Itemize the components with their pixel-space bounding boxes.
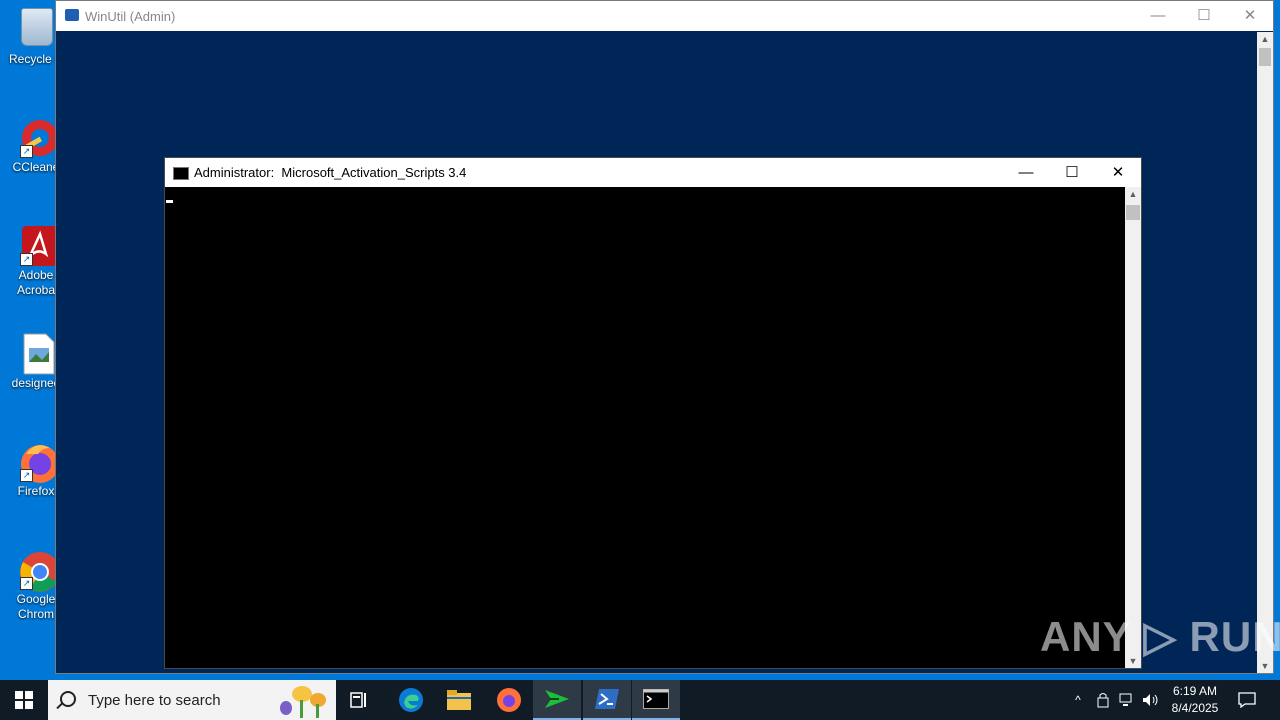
winutil-titlebar[interactable]: WinUtil (Admin) — ☐ ✕	[56, 1, 1273, 31]
network-icon	[1119, 693, 1132, 706]
notification-icon	[1238, 692, 1256, 708]
show-hidden-icons-button[interactable]: ^	[1068, 680, 1088, 720]
close-button[interactable]: ✕	[1227, 1, 1273, 31]
task-view-icon	[350, 692, 366, 708]
console-titlebar[interactable]: Administrator: Microsoft_Activation_Scri…	[165, 158, 1141, 187]
scroll-up-icon[interactable]: ▲	[1257, 34, 1273, 44]
vertical-scrollbar[interactable]: ▲ ▼	[1257, 32, 1273, 673]
maximize-button[interactable]: ☐	[1049, 158, 1095, 187]
powershell-icon	[65, 9, 79, 21]
windows-logo-icon	[15, 691, 33, 709]
taskbar-powershell[interactable]	[583, 680, 631, 720]
window-title: WinUtil (Admin)	[85, 9, 176, 24]
console-scrollbar[interactable]: ▲ ▼	[1125, 187, 1141, 668]
shortcut-arrow-icon: ↗	[20, 253, 33, 266]
action-center-button[interactable]	[1234, 680, 1260, 720]
chevron-up-icon: ^	[1075, 693, 1081, 707]
taskbar-clock[interactable]: 6:19 AM 8/4/2025	[1160, 683, 1230, 717]
clock-time: 6:19 AM	[1172, 684, 1218, 698]
taskbar-firefox[interactable]	[485, 680, 533, 720]
terminal-app-icon	[545, 690, 569, 708]
anyrun-watermark: ANY ▷ RUN	[1040, 613, 1280, 660]
scrollbar-thumb[interactable]	[1259, 48, 1271, 66]
start-button[interactable]	[0, 680, 48, 720]
scroll-up-icon[interactable]: ▲	[1125, 189, 1141, 199]
task-view-button[interactable]	[336, 680, 384, 720]
cmd-icon	[643, 689, 669, 709]
console-title: Administrator: Microsoft_Activation_Scri…	[194, 165, 467, 180]
console-window[interactable]: Administrator: Microsoft_Activation_Scri…	[164, 157, 1142, 669]
taskbar-cmd[interactable]	[632, 680, 680, 720]
shortcut-arrow-icon: ↗	[20, 145, 33, 158]
edge-icon	[399, 688, 423, 712]
cmd-icon	[173, 167, 189, 180]
file-explorer-icon	[447, 690, 471, 710]
ccleaner-icon: ↗	[16, 116, 58, 158]
minimize-button[interactable]: —	[1135, 1, 1181, 31]
tray-security[interactable]	[1093, 680, 1113, 720]
taskbar-file-explorer[interactable]	[435, 680, 483, 720]
adobe-acrobat-icon: ↗	[16, 224, 58, 266]
firefox-icon: ↗	[16, 440, 59, 483]
security-tray-icon	[1097, 693, 1109, 708]
taskbar-terminal-app[interactable]	[533, 680, 581, 720]
shortcut-arrow-icon: ↗	[20, 469, 33, 482]
search-placeholder: Type here to search	[88, 692, 221, 709]
powershell-icon	[595, 689, 619, 709]
volume-icon	[1143, 694, 1158, 706]
recycle-bin-icon	[16, 8, 56, 48]
search-box[interactable]: Type here to search	[48, 680, 336, 720]
scrollbar-thumb[interactable]	[1126, 205, 1140, 220]
tray-network[interactable]	[1116, 680, 1138, 720]
firefox-icon	[497, 688, 521, 712]
flowers-search-highlight-icon	[280, 686, 326, 718]
text-cursor	[166, 200, 173, 203]
chrome-icon: ↗	[16, 548, 60, 592]
minimize-button[interactable]: —	[1003, 158, 1049, 187]
maximize-button[interactable]: ☐	[1181, 1, 1227, 31]
scroll-down-icon[interactable]: ▼	[1257, 661, 1273, 671]
taskbar-edge[interactable]	[387, 680, 435, 720]
taskbar: Type here to search ^ 6:19 AM 8/4/2025	[0, 680, 1280, 720]
clock-date: 8/4/2025	[1171, 701, 1219, 715]
image-file-icon	[16, 332, 56, 375]
shortcut-arrow-icon: ↗	[20, 577, 33, 590]
console-output[interactable]	[165, 187, 1125, 668]
close-button[interactable]: ✕	[1095, 158, 1141, 187]
search-icon	[60, 691, 76, 707]
tray-volume[interactable]	[1140, 680, 1162, 720]
